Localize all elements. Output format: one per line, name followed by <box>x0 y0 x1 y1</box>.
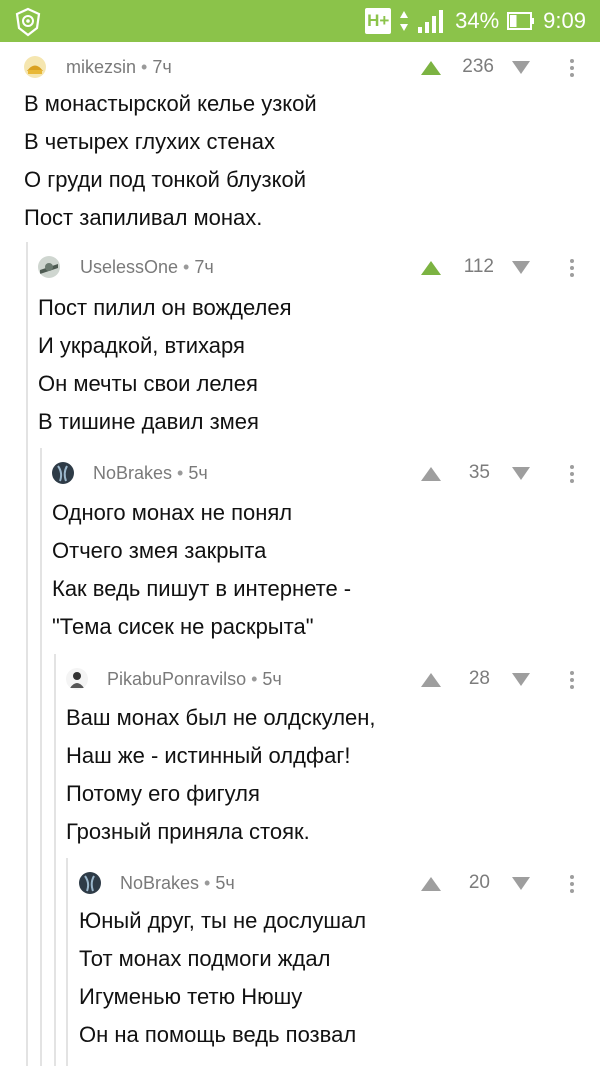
downvote-icon[interactable] <box>511 60 531 75</box>
author-name[interactable]: UselessOne <box>80 257 178 277</box>
upvote-icon[interactable] <box>420 876 442 892</box>
comment-age: 7ч <box>194 257 214 277</box>
comment-body: Одного монах не понял Отчего змея закрыт… <box>52 494 351 646</box>
app-notification-icon <box>15 7 41 37</box>
upvote-icon[interactable] <box>420 672 442 688</box>
downvote-icon[interactable] <box>511 466 531 481</box>
author-avatar[interactable] <box>38 256 60 278</box>
comment-line: Как ведь пишут в интернете - <box>52 576 352 601</box>
comment-line: Игуменью тетю Нюшу <box>79 984 303 1009</box>
comment-line: Одного монах не понял <box>52 500 293 525</box>
comment-line: В монастырской келье узкой <box>24 91 317 116</box>
author-name[interactable]: NoBrakes <box>93 463 172 483</box>
comment-line: Тот монах подмоги ждал <box>79 946 331 971</box>
comment-line: В четырех глухих стенах <box>24 129 275 154</box>
comment-age: 5ч <box>262 669 282 689</box>
network-type-badge: H+ <box>365 8 392 34</box>
author-avatar[interactable] <box>24 56 46 78</box>
comment-line: Он на помощь ведь позвал <box>79 1022 357 1047</box>
comment-line: Пост запиливал монах. <box>24 205 263 230</box>
comment-line: Грозный приняла стояк. <box>66 819 310 844</box>
comment-line: И украдкой, втихаря <box>38 333 245 358</box>
comment-line: О груди под тонкой блузкой <box>24 167 307 192</box>
author-line: mikezsin • 7ч <box>66 57 172 77</box>
comment-age: 5ч <box>188 463 208 483</box>
comment-header: UselessOne • 7ч 112 <box>0 242 600 294</box>
more-options-icon[interactable] <box>569 258 575 278</box>
comment-body: Юный друг, ты не дослушал Тот монах подм… <box>79 902 366 1054</box>
comment-rating: 112 <box>463 256 494 277</box>
comment-line: Потому его фигуля <box>66 781 260 806</box>
comment-body: Пост пилил он вожделея И украдкой, втиха… <box>38 289 291 441</box>
comment-line: Юный друг, ты не дослушал <box>79 908 367 933</box>
comment-line: Он мечты свои лелея <box>38 371 258 396</box>
author-avatar[interactable] <box>52 462 74 484</box>
comment-line: Ваш монах был не олдскулен, <box>66 705 376 730</box>
more-options-icon[interactable] <box>569 670 575 690</box>
comment-line: В тишине давил змея <box>38 409 259 434</box>
comment-rating: 35 <box>468 462 490 483</box>
comment-age: 5ч <box>215 873 235 893</box>
comment-line: Отчего змея закрыта <box>52 538 267 563</box>
downvote-icon[interactable] <box>511 260 531 275</box>
author-name[interactable]: mikezsin <box>66 57 136 77</box>
upvote-icon[interactable] <box>420 466 442 482</box>
comment: NoBrakes • 5ч 20 Юный друг, ты не дослуш… <box>0 858 600 1066</box>
signal-strength-icon <box>418 10 444 33</box>
author-name[interactable]: PikabuPonravilso <box>107 669 246 689</box>
status-bar: H+ 34% 9:09 <box>0 0 600 42</box>
downvote-icon[interactable] <box>511 672 531 687</box>
upvote-icon[interactable] <box>420 260 442 276</box>
author-line: UselessOne • 7ч <box>80 257 214 277</box>
battery-percent: 34% <box>455 8 500 33</box>
author-line: NoBrakes • 5ч <box>120 873 235 893</box>
more-options-icon[interactable] <box>569 464 575 484</box>
downvote-icon[interactable] <box>511 876 531 891</box>
author-avatar[interactable] <box>79 872 101 894</box>
author-line: NoBrakes • 5ч <box>93 463 208 483</box>
author-name[interactable]: NoBrakes <box>120 873 199 893</box>
clock: 9:09 <box>543 8 586 33</box>
comment-thread: mikezsin • 7ч 236 В монастырской келье у… <box>0 42 600 1066</box>
comment-rating: 28 <box>468 668 490 689</box>
data-activity-icon <box>400 11 409 31</box>
comment-line: "Тема сисек не раскрыта" <box>52 614 314 639</box>
comment-body: В монастырской келье узкой В четырех глу… <box>24 85 317 237</box>
upvote-icon[interactable] <box>420 60 442 76</box>
comment: mikezsin • 7ч 236 В монастырской келье у… <box>0 42 600 242</box>
comment-body: Ваш монах был не олдскулен, Наш же - ист… <box>66 699 376 851</box>
comment-line: Пост пилил он вожделея <box>38 295 292 320</box>
comment-age: 7ч <box>152 57 172 77</box>
comment-rating: 236 <box>462 56 494 77</box>
comment-rating: 20 <box>468 872 490 893</box>
author-avatar[interactable] <box>66 668 88 690</box>
battery-icon <box>507 12 535 30</box>
author-line: PikabuPonravilso • 5ч <box>107 669 282 689</box>
comment-header: NoBrakes • 5ч 35 <box>0 448 600 500</box>
more-options-icon[interactable] <box>569 58 575 78</box>
more-options-icon[interactable] <box>569 874 575 894</box>
comment-line: Наш же - истинный олдфаг! <box>66 743 351 768</box>
